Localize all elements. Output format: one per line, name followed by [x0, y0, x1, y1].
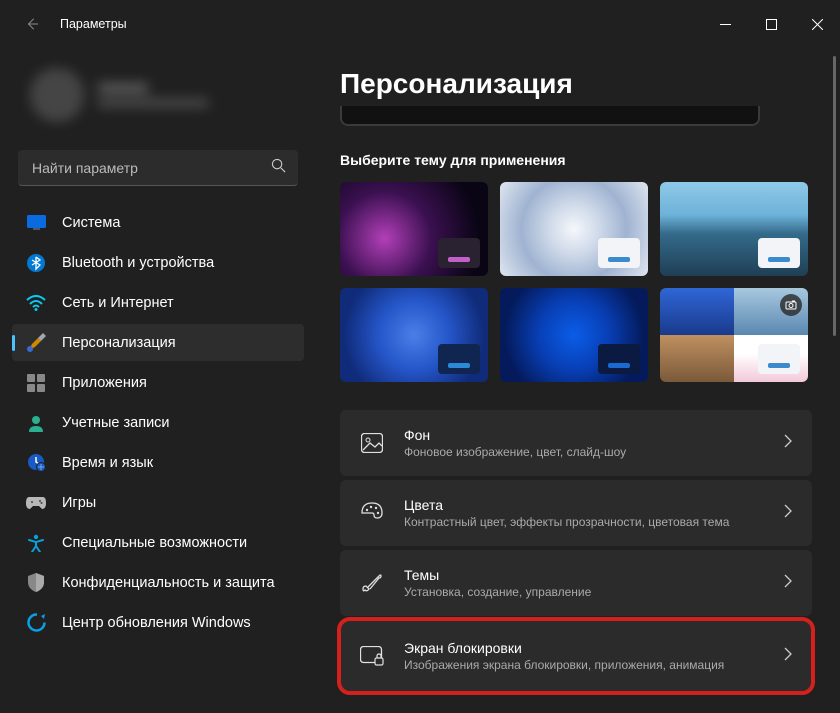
theme-accent-preview	[598, 344, 640, 374]
scrollbar[interactable]	[833, 56, 836, 696]
theme-accent-preview	[598, 238, 640, 268]
bluetooth-icon	[26, 253, 46, 273]
back-button[interactable]	[12, 4, 52, 44]
setting-subtitle: Установка, создание, управление	[404, 585, 784, 599]
setting-subtitle: Контрастный цвет, эффекты прозрачности, …	[404, 515, 784, 529]
nav-system[interactable]: Система	[12, 204, 304, 241]
scrollbar-thumb[interactable]	[833, 56, 836, 336]
nav-label: Bluetooth и устройства	[62, 255, 214, 271]
setting-subtitle: Фоновое изображение, цвет, слайд-шоу	[404, 445, 784, 459]
paintbrush-icon	[26, 333, 46, 353]
nav-label: Специальные возможности	[62, 535, 247, 551]
nav-apps[interactable]: Приложения	[12, 364, 304, 401]
chevron-right-icon	[784, 647, 792, 666]
minimize-icon	[720, 19, 731, 30]
theme-accent-preview	[438, 344, 480, 374]
nav-label: Игры	[62, 495, 96, 511]
update-icon	[26, 613, 46, 633]
picture-icon	[360, 431, 384, 455]
setting-subtitle: Изображения экрана блокировки, приложени…	[404, 658, 784, 672]
theme-option-4[interactable]	[340, 288, 488, 382]
maximize-icon	[766, 19, 777, 30]
minimize-button[interactable]	[702, 8, 748, 40]
setting-colors[interactable]: Цвета Контрастный цвет, эффекты прозрачн…	[340, 480, 812, 546]
display-icon	[26, 213, 46, 233]
lock-screen-icon	[360, 644, 384, 668]
search-icon	[271, 158, 286, 178]
nav-accessibility[interactable]: Специальные возможности	[12, 524, 304, 561]
apps-icon	[26, 373, 46, 393]
nav-gaming[interactable]: Игры	[12, 484, 304, 521]
page-heading: Персонализация	[340, 68, 812, 100]
nav-label: Приложения	[62, 375, 147, 391]
theme-accent-preview	[758, 238, 800, 268]
setting-title: Темы	[404, 567, 784, 583]
user-profile[interactable]	[12, 48, 304, 150]
brush-icon	[360, 571, 384, 595]
theme-accent-preview	[758, 344, 800, 374]
nav-label: Время и язык	[62, 455, 153, 471]
theme-option-2[interactable]	[500, 182, 648, 276]
gamepad-icon	[26, 493, 46, 513]
nav-personalization[interactable]: Персонализация	[12, 324, 304, 361]
user-name	[98, 83, 208, 107]
nav-label: Система	[62, 215, 120, 231]
chevron-right-icon	[784, 434, 792, 453]
spotlight-badge	[780, 294, 802, 316]
nav-label: Персонализация	[62, 335, 176, 351]
nav-privacy[interactable]: Конфиденциальность и защита	[12, 564, 304, 601]
nav-windows-update[interactable]: Центр обновления Windows	[12, 604, 304, 641]
theme-option-1[interactable]	[340, 182, 488, 276]
theme-accent-preview	[438, 238, 480, 268]
window-title: Параметры	[60, 17, 127, 31]
person-icon	[26, 413, 46, 433]
nav-bluetooth[interactable]: Bluetooth и устройства	[12, 244, 304, 281]
chevron-right-icon	[784, 504, 792, 523]
theme-option-6[interactable]	[660, 288, 808, 382]
avatar	[30, 68, 84, 122]
arrow-left-icon	[25, 17, 39, 31]
nav-label: Центр обновления Windows	[62, 615, 251, 631]
chevron-right-icon	[784, 574, 792, 593]
close-button[interactable]	[794, 8, 840, 40]
nav-network[interactable]: Сеть и Интернет	[12, 284, 304, 321]
theme-option-3[interactable]	[660, 182, 808, 276]
theme-option-5[interactable]	[500, 288, 648, 382]
maximize-button[interactable]	[748, 8, 794, 40]
search-input[interactable]	[18, 150, 298, 186]
palette-icon	[360, 501, 384, 525]
nav-accounts[interactable]: Учетные записи	[12, 404, 304, 441]
globe-clock-icon	[26, 453, 46, 473]
setting-title: Цвета	[404, 497, 784, 513]
theme-section-label: Выберите тему для применения	[340, 152, 812, 168]
setting-themes[interactable]: Темы Установка, создание, управление	[340, 550, 812, 616]
shield-icon	[26, 573, 46, 593]
desktop-preview	[340, 106, 760, 126]
nav-label: Учетные записи	[62, 415, 170, 431]
nav-time-language[interactable]: Время и язык	[12, 444, 304, 481]
wifi-icon	[26, 293, 46, 313]
setting-lock-screen[interactable]: Экран блокировки Изображения экрана блок…	[340, 620, 812, 692]
setting-background[interactable]: Фон Фоновое изображение, цвет, слайд-шоу	[340, 410, 812, 476]
setting-title: Экран блокировки	[404, 640, 784, 656]
close-icon	[812, 19, 823, 30]
nav-label: Сеть и Интернет	[62, 295, 174, 311]
accessibility-icon	[26, 533, 46, 553]
setting-title: Фон	[404, 427, 784, 443]
nav-label: Конфиденциальность и защита	[62, 575, 275, 591]
